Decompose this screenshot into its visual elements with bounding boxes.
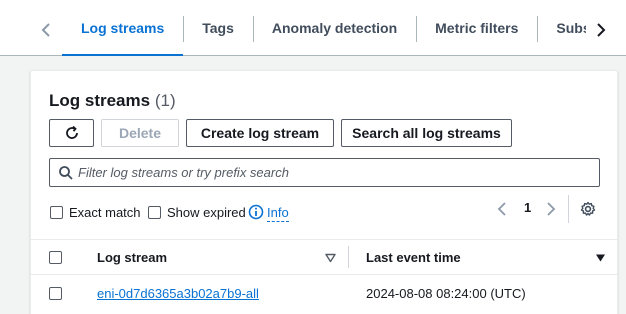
chevron-left-icon	[41, 23, 50, 37]
search-icon	[59, 166, 73, 180]
tabs-scroll-left-button[interactable]	[36, 18, 56, 42]
log-streams-panel: Log streams (1) Delete Create log stream…	[30, 70, 618, 314]
gear-icon[interactable]	[580, 201, 596, 217]
table-header: Log stream Last event time	[31, 239, 617, 275]
refresh-button[interactable]	[49, 119, 94, 147]
create-log-stream-button[interactable]: Create log stream	[186, 119, 334, 147]
tab-list: Log streams Tags Anomaly detection Metri…	[62, 0, 586, 56]
exact-match-label: Exact match	[69, 205, 141, 220]
show-expired-label: Show expired	[167, 205, 246, 220]
info-icon	[248, 204, 264, 220]
tab-anomaly-detection[interactable]: Anomaly detection	[252, 0, 416, 56]
search-input[interactable]	[78, 162, 588, 183]
search-all-log-streams-button[interactable]: Search all log streams	[341, 119, 512, 147]
panel-title: Log streams (1)	[49, 91, 176, 111]
select-all-checkbox[interactable]	[49, 251, 62, 264]
sort-descending-icon[interactable]	[595, 253, 606, 263]
tabs-scroll-right-button[interactable]	[591, 18, 611, 42]
refresh-icon	[65, 125, 78, 139]
log-stream-link[interactable]: eni-0d7d6365a3b02a7b9-all	[97, 286, 259, 301]
panel-title-count: (1)	[154, 91, 176, 110]
tab-log-streams[interactable]: Log streams	[62, 0, 184, 56]
row-checkbox[interactable]	[49, 287, 62, 300]
current-page-number[interactable]: 1	[524, 200, 531, 215]
pagination-divider	[568, 195, 569, 223]
chevron-right-icon	[597, 23, 606, 37]
show-expired-checkbox[interactable]	[148, 206, 161, 219]
tab-tags[interactable]: Tags	[183, 0, 253, 56]
last-event-time-cell: 2024-08-08 08:24:00 (UTC)	[366, 286, 526, 301]
column-header-log-stream[interactable]: Log stream	[97, 250, 167, 265]
previous-page-icon[interactable]	[496, 201, 508, 217]
sort-toggle-icon[interactable]	[325, 253, 336, 263]
tab-metric-filters[interactable]: Metric filters	[416, 0, 537, 56]
column-divider	[348, 246, 349, 268]
column-header-last-event-time[interactable]: Last event time	[366, 250, 461, 265]
tab-subscription-filters[interactable]: Subscription filters	[537, 0, 586, 56]
info-link[interactable]: Info	[267, 205, 289, 222]
exact-match-checkbox[interactable]	[50, 206, 63, 219]
delete-button[interactable]: Delete	[101, 119, 179, 147]
tab-bar: Log streams Tags Anomaly detection Metri…	[0, 0, 626, 56]
table-row: eni-0d7d6365a3b02a7b9-all 2024-08-08 08:…	[31, 275, 617, 311]
next-page-icon[interactable]	[545, 201, 557, 217]
panel-title-text: Log streams	[49, 91, 151, 110]
search-box	[49, 158, 600, 187]
